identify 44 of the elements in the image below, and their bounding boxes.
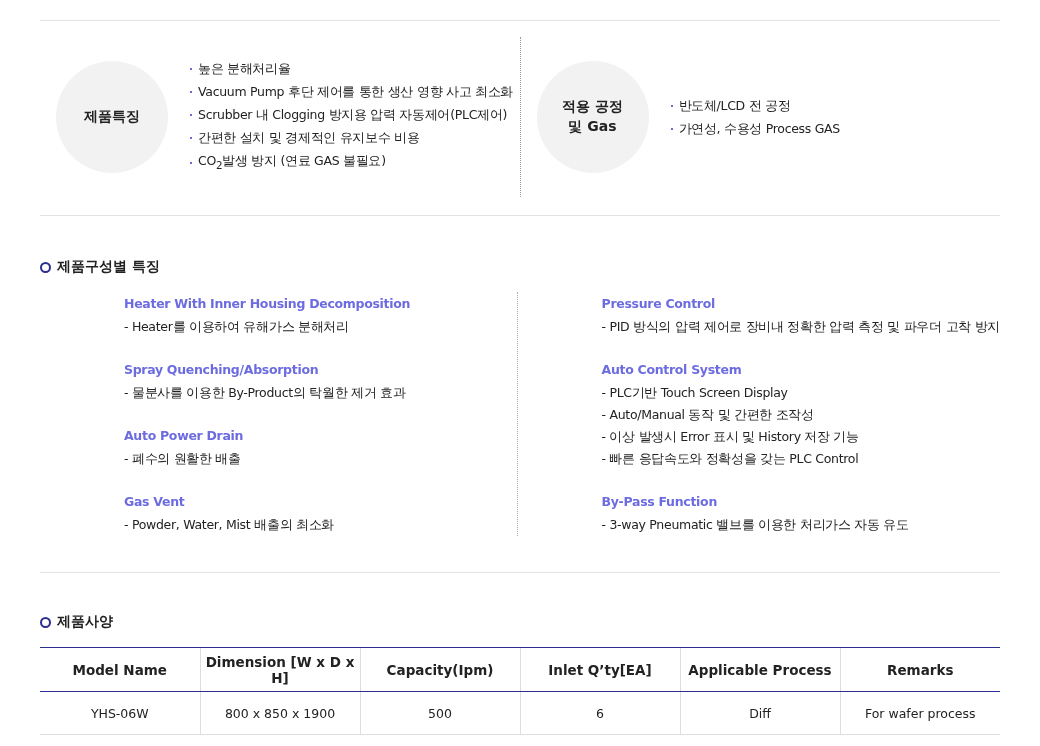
feature-description: - PID 방식의 압력 제어로 장비내 정확한 압력 측정 및 파우더 고착 방지 [601,318,1000,336]
feature-text: 가연성, 수용성 Process GAS [678,120,840,138]
feature-title: Spray Quenching/Absorption [124,361,320,379]
feature-text: 높은 분해처리율 [198,60,291,79]
feature-text: 간편한 설치 및 경제적인 유지보수 비용 [198,129,420,148]
ring-icon [40,616,51,628]
feature-description: - 물분사를 이용한 By-Product의 탁월한 제거 효과 [124,384,407,402]
feature-description: - 이상 발생시 Error 표시 및 History 저장 기능 [601,428,860,446]
feature-description: - 3-way Pneumatic 밸브를 이용한 처리가스 자동 유도 [601,516,910,534]
feature-description: - Powder, Water, Mist 배출의 최소화 [124,516,335,534]
feature-title: Auto Control System [601,361,743,379]
category-circle: 적용 공정 및 Gas [536,61,649,173]
feature-text: Scrubber 내 Clogging 방지용 압력 자동제어(PLC제어) [198,106,508,125]
feature-description: - PLC기반 Touch Screen Display [601,384,789,402]
category-circle: 제품특징 [56,61,168,173]
feature-title: Auto Power Drain [124,427,245,445]
section-title: 제품사양 [57,613,113,631]
column-header: Model Name [40,647,200,692]
column-header: Capacity(Ipm) [360,647,520,692]
feature-text: CO$_{2}$발생 방지 (연료 GAS 불필요) [198,152,386,173]
column-header: Inlet Q’ty[EA] [520,647,680,692]
feature-title: Gas Vent [124,493,186,511]
table-cell: For wafer process [840,691,1000,735]
feature-description: - Heater를 이용하여 유해가스 분해처리 [124,318,350,336]
column-header: Dimension [W x D x H] [200,647,360,692]
table-cell: 500 [360,691,520,735]
column-header: Remarks [840,647,1000,692]
feature-text: 반도체/LCD 전 공정 [678,97,791,115]
table-cell: 800 x 850 x 1900 [200,691,360,735]
bullet-icon [670,127,673,130]
table-cell: YHS-06W [40,691,200,735]
feature-text: Vacuum Pump 후단 제어를 통한 생산 영향 사고 최소화 [198,83,514,102]
feature-description: - 빠른 응답속도와 정확성을 갖는 PLC Control [601,450,860,468]
table-cell: Diff [680,691,840,735]
bullet-icon [670,104,673,107]
feature-title: By-Pass Function [601,493,718,511]
ring-icon [40,261,51,273]
table-cell: 6 [520,691,680,735]
column-header: Applicable Process [680,647,840,692]
feature-description: - 폐수의 원활한 배출 [124,450,242,468]
section-title: 제품구성별 특징 [57,258,160,276]
feature-title: Pressure Control [601,295,716,313]
feature-description: - Auto/Manual 동작 및 간편한 조작성 [601,406,815,424]
feature-title: Heater With Inner Housing Decomposition [124,295,412,313]
